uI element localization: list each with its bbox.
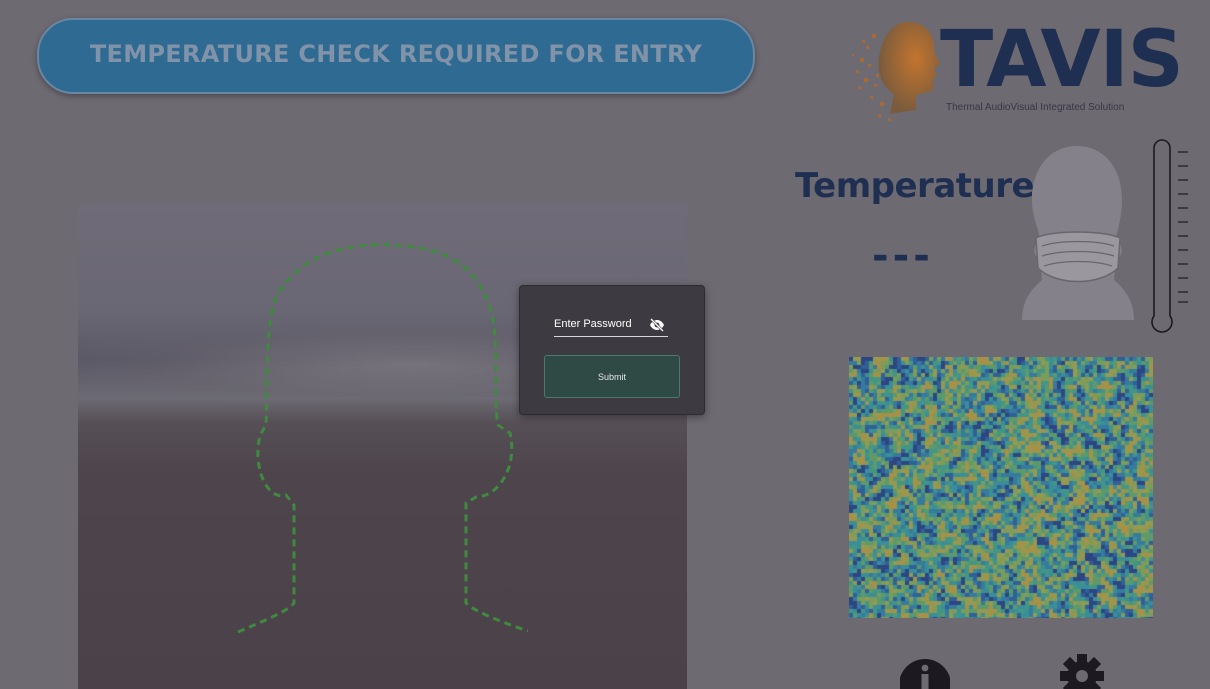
kiosk-screen: TEMPERATURE CHECK REQUIRED FOR ENTRY TAV…: [0, 0, 1210, 689]
head-profile-logo-icon: [852, 22, 940, 121]
gear-icon[interactable]: [1060, 652, 1104, 689]
submit-button[interactable]: Submit: [544, 355, 680, 398]
thermometer-icon: [1151, 139, 1188, 333]
face-outline-guide: [237, 243, 529, 634]
password-dialog: Enter Password Submit: [519, 285, 705, 415]
banner-text: TEMPERATURE CHECK REQUIRED FOR ENTRY: [89, 40, 703, 68]
info-icon[interactable]: [900, 655, 950, 689]
tavis-logo: TAVIS Thermal AudioVisual Integrated Sol…: [850, 14, 1184, 124]
masked-head-icon: [1022, 146, 1134, 320]
password-input[interactable]: Enter Password: [554, 318, 668, 337]
logo-wordmark: TAVIS: [940, 15, 1184, 105]
camera-feed: [78, 205, 687, 689]
temperature-value: ---: [872, 233, 934, 279]
password-placeholder: Enter Password: [554, 318, 632, 330]
eye-off-icon[interactable]: [649, 318, 665, 332]
thermal-heatmap: [849, 357, 1153, 618]
logo-subtitle: Thermal AudioVisual Integrated Solution: [946, 102, 1125, 113]
temperature-title: Temperature: [795, 166, 1035, 206]
entry-banner: TEMPERATURE CHECK REQUIRED FOR ENTRY: [37, 18, 755, 94]
